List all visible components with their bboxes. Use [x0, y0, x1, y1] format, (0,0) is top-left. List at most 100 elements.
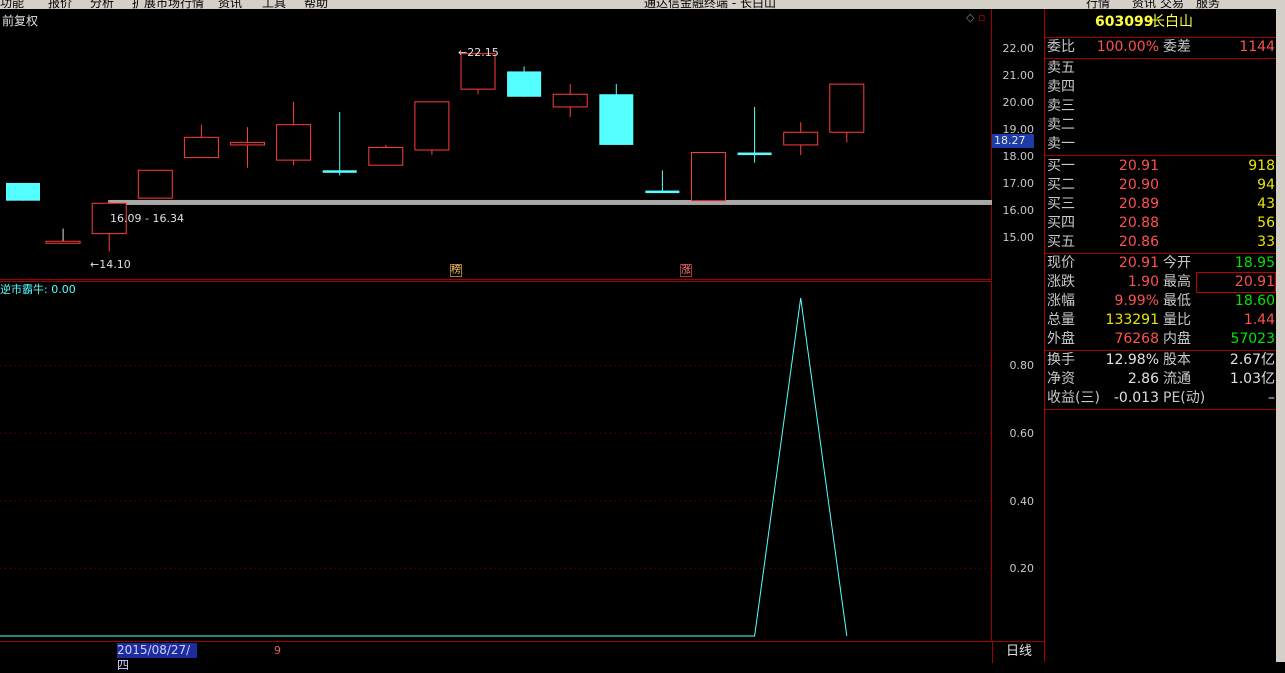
range-label: 16.09 - 16.34 — [110, 212, 184, 225]
menu-quote[interactable]: 报价 — [48, 0, 72, 9]
candle-body — [183, 136, 219, 159]
stat-row: 总量 133291 量比 1.44 — [1047, 311, 1275, 330]
share-capital: 2.67亿 — [1229, 352, 1275, 368]
high-price: 20.91 — [1196, 272, 1276, 293]
price-axis: 22.00 21.00 20.00 19.00 18.00 17.00 16.0… — [992, 9, 1044, 280]
y-tick: 21.00 — [1002, 69, 1035, 82]
bid-row[interactable]: 买三 20.89 43 — [1047, 195, 1275, 214]
indicator-svg — [0, 281, 992, 641]
label: 最低 — [1163, 293, 1191, 309]
quote-panel: 603099 长白山 委比 100.00% 委差 1144 卖五 卖四 卖三 卖… — [1044, 9, 1277, 662]
bid-row[interactable]: 买二 20.90 94 — [1047, 176, 1275, 195]
stat-row: 外盘 76268 内盘 57023 — [1047, 330, 1275, 349]
y-tick: 17.00 — [1002, 177, 1035, 190]
indicator-title[interactable]: 逆市霸牛: 0.00 — [0, 281, 76, 297]
stat-row: 现价 20.91 今开 18.95 — [1047, 254, 1275, 273]
bid-row[interactable]: 买五 20.86 33 — [1047, 233, 1275, 252]
bid-volume: 918 — [1248, 158, 1275, 174]
y-tick: 22.00 — [1002, 42, 1035, 55]
ask-row[interactable]: 卖四 — [1047, 78, 1275, 97]
eps: -0.013 — [1113, 390, 1159, 406]
time-axis-bar: 2015/08/27/四 9 日线 — [0, 641, 1045, 672]
menu-tools[interactable]: 工具 — [262, 0, 286, 9]
window-title: 通达信金融终端 - 长白山 — [644, 0, 776, 9]
bid-price: 20.91 — [1118, 158, 1159, 174]
candlestick-chart[interactable]: 前复权 ◇ ▫ ←22.15 ←14.10 16.09 - 16.34 榜 涨 — [0, 9, 992, 280]
candle-body — [645, 190, 680, 194]
candle-body — [829, 83, 865, 133]
top-btn-trade[interactable]: 交易 — [1160, 0, 1184, 9]
float-shares: 1.03亿 — [1229, 371, 1275, 387]
candle-body — [368, 146, 404, 166]
label: 涨幅 — [1047, 293, 1075, 309]
label: 卖一 — [1047, 136, 1075, 152]
y-tick: 20.00 — [1002, 96, 1035, 109]
bid-row[interactable]: 买四 20.88 56 — [1047, 214, 1275, 233]
volume-ratio: 1.44 — [1243, 312, 1275, 328]
label: 买三 — [1047, 196, 1075, 212]
fundamental-row: 收益(三) -0.013 PE(动) – — [1047, 389, 1275, 408]
total-volume: 133291 — [1105, 312, 1159, 328]
candle-body — [552, 93, 588, 108]
net-assets: 2.86 — [1127, 371, 1159, 387]
candle-body — [45, 240, 81, 244]
turnover: 12.98% — [1105, 352, 1159, 368]
menu-extended-market[interactable]: 扩展市场行情 — [132, 0, 204, 9]
menu-analysis[interactable]: 分析 — [90, 0, 114, 9]
label: 净资 — [1047, 371, 1075, 387]
label: 卖三 — [1047, 98, 1075, 114]
menu-help[interactable]: 帮助 — [304, 0, 328, 9]
candle-body — [276, 124, 312, 161]
fundamental-row: 净资 2.86 流通 1.03亿 — [1047, 370, 1275, 389]
current-price: 20.91 — [1118, 255, 1159, 271]
top-btn-market[interactable]: 行情 — [1086, 0, 1110, 9]
label: 委差 — [1163, 39, 1191, 55]
candle-body — [507, 71, 542, 97]
ask-row[interactable]: 卖二 — [1047, 116, 1275, 135]
stat-row: 涨幅 9.99% 最低 18.60 — [1047, 292, 1275, 311]
candle-body — [230, 141, 265, 146]
change-percent: 9.99% — [1114, 293, 1159, 309]
fundamental-row: 换手 12.98% 股本 2.67亿 — [1047, 351, 1275, 370]
label: 换手 — [1047, 352, 1075, 368]
label: 股本 — [1163, 352, 1191, 368]
open-price: 18.95 — [1234, 255, 1275, 271]
ask-row[interactable]: 卖五 — [1047, 59, 1275, 78]
candle-body — [414, 101, 450, 151]
label: 买一 — [1047, 158, 1075, 174]
bid-volume: 33 — [1257, 234, 1275, 250]
ranking-badge[interactable]: 榜 — [450, 264, 462, 277]
high-marker: ←22.15 — [458, 46, 499, 59]
indicator-chart[interactable]: 逆市霸牛: 0.00 — [0, 281, 992, 641]
y-tick: 16.00 — [1002, 204, 1035, 217]
label: 委比 — [1047, 39, 1075, 55]
month-marker: 9 — [274, 644, 281, 657]
label: 现价 — [1047, 255, 1075, 271]
order-ratio: 100.00% — [1096, 39, 1159, 55]
label: 卖二 — [1047, 117, 1075, 133]
pe-ratio: – — [1268, 390, 1275, 406]
price-change: 1.90 — [1127, 274, 1159, 290]
y-tick: 18.00 — [1002, 150, 1035, 163]
top-btn-news[interactable]: 资讯 — [1132, 0, 1156, 9]
y-tick: 15.00 — [1002, 231, 1035, 244]
stat-row: 涨跌 1.90 最高 20.91 — [1047, 272, 1276, 293]
top-btn-service[interactable]: 服务 — [1196, 0, 1220, 9]
ask-row[interactable]: 卖三 — [1047, 97, 1275, 116]
label: 流通 — [1163, 371, 1191, 387]
side-toolbar[interactable] — [1276, 9, 1285, 662]
diamond-icon[interactable]: ◇ — [966, 11, 974, 24]
bid-row[interactable]: 买一 20.91 918 — [1047, 157, 1275, 176]
menu-info[interactable]: 资讯 — [218, 0, 242, 9]
menu-function[interactable]: 功能 — [0, 0, 24, 9]
maximize-icon[interactable]: ▫ — [978, 11, 985, 24]
limit-up-badge[interactable]: 涨 — [680, 264, 692, 277]
ask-row[interactable]: 卖一 — [1047, 135, 1275, 154]
label: 卖四 — [1047, 79, 1075, 95]
indicator-line — [0, 297, 848, 637]
period-daily-button[interactable]: 日线 — [992, 642, 1045, 663]
bid-volume: 43 — [1257, 196, 1275, 212]
stock-name: 长白山 — [1151, 14, 1193, 30]
order-diff: 1144 — [1239, 39, 1275, 55]
adjust-mode-label[interactable]: 前复权 — [2, 12, 38, 29]
